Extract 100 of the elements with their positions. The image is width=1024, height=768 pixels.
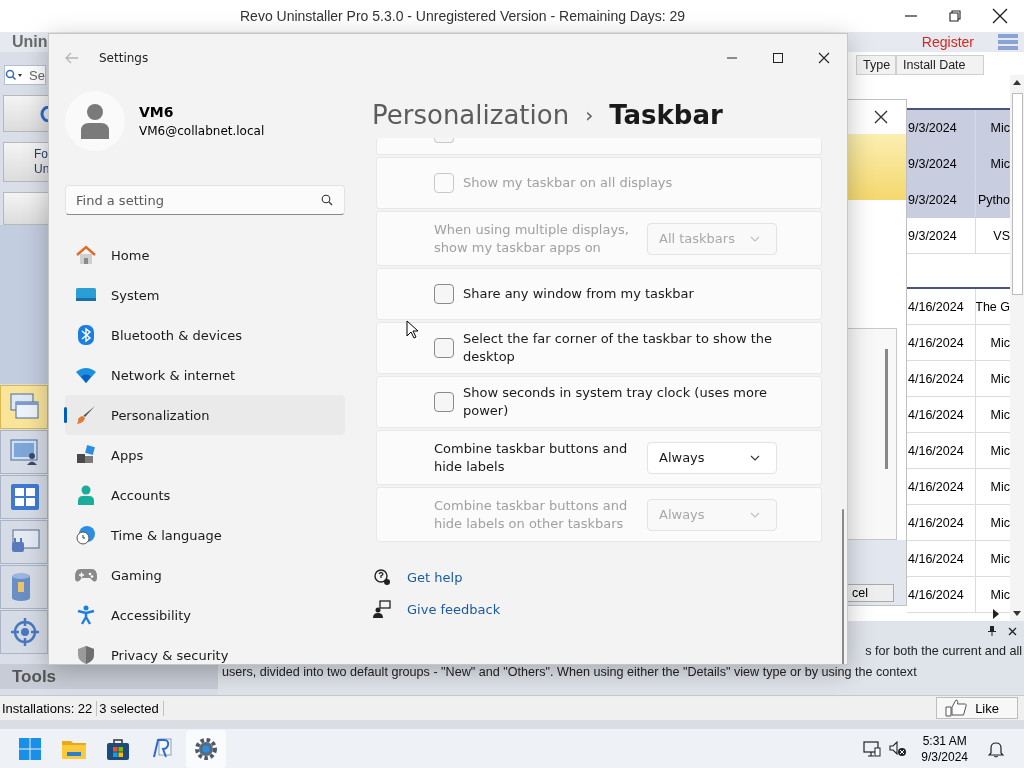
dropdown[interactable]: Always bbox=[647, 441, 777, 474]
thumbs-up-icon bbox=[945, 699, 968, 717]
remote-desktop-icon bbox=[10, 438, 40, 466]
apps-icon bbox=[76, 445, 96, 465]
tools-header[interactable]: Tools bbox=[0, 664, 218, 689]
setting-label: Show seconds in system tray clock (uses more power) bbox=[463, 384, 768, 420]
bluetooth-icon bbox=[78, 325, 94, 345]
sidebar-button[interactable] bbox=[3, 95, 48, 132]
nav-item[interactable]: Home bbox=[65, 235, 345, 275]
paintbrush-icon bbox=[76, 405, 96, 425]
nav-item[interactable]: Gaming bbox=[65, 555, 345, 595]
checkbox[interactable] bbox=[434, 284, 454, 304]
setting-label: When using multiple displays, show my taskbar apps on bbox=[434, 220, 630, 257]
close-icon[interactable] bbox=[992, 8, 1008, 24]
setting-label: Combine taskbar buttons and hide labels on other taskbars bbox=[434, 496, 629, 533]
scroll-thumb[interactable] bbox=[842, 509, 844, 664]
nav-item[interactable]: Accounts bbox=[65, 475, 345, 515]
table-cell: 4/16/2024 bbox=[907, 541, 977, 576]
globe-clock-icon bbox=[76, 525, 96, 545]
close-icon[interactable] bbox=[818, 51, 830, 64]
table-cell: 4/16/2024 bbox=[907, 577, 977, 612]
search-field[interactable]: Find a setting bbox=[65, 185, 345, 215]
chevron-down-icon bbox=[750, 235, 760, 242]
table-cell-text: Mic bbox=[989, 334, 1010, 352]
folder-icon bbox=[62, 738, 86, 759]
table-cell: 9/3/2024 bbox=[907, 146, 977, 181]
windows-logo-icon bbox=[10, 483, 40, 511]
user-name: VM6 bbox=[139, 104, 175, 120]
checkbox[interactable] bbox=[434, 338, 454, 358]
store-bag-icon bbox=[107, 737, 129, 760]
nav-item[interactable]: Apps bbox=[65, 435, 345, 475]
help-link[interactable]: Give feedback bbox=[407, 601, 501, 617]
sidebar-tile[interactable] bbox=[0, 610, 48, 654]
sidebar-tile[interactable] bbox=[0, 430, 48, 474]
selected-count: 3 selected bbox=[97, 700, 164, 716]
speaker-muted-icon[interactable] bbox=[889, 740, 908, 757]
help-link[interactable]: Get help bbox=[407, 569, 463, 585]
sidebar-tile[interactable] bbox=[0, 385, 48, 429]
setting-label: Show my taskbar on all displays bbox=[463, 174, 673, 192]
table-cell: 9/3/2024 bbox=[907, 218, 977, 253]
nav-item[interactable]: Bluetooth & devices bbox=[65, 315, 345, 355]
person-icon bbox=[77, 485, 95, 505]
pin-icon[interactable] bbox=[988, 626, 996, 636]
breadcrumb-separator: › bbox=[585, 103, 594, 127]
column-header[interactable]: Install Date bbox=[896, 55, 984, 75]
sidebar-tile[interactable] bbox=[0, 565, 48, 609]
restore-icon[interactable] bbox=[948, 9, 962, 23]
ribbon-tab[interactable]: Unin bbox=[12, 33, 48, 51]
scroll-up-icon[interactable] bbox=[1013, 79, 1021, 85]
sidebar-tile[interactable] bbox=[0, 520, 48, 564]
windows-icon bbox=[10, 393, 40, 421]
person-icon bbox=[80, 103, 110, 139]
table-cell-text: Mic bbox=[989, 586, 1010, 604]
scrollbar[interactable] bbox=[885, 349, 888, 469]
description-text: users, divided into two default groups - "New" and "Others". When using either the "Details" view type or by using the context bbox=[221, 664, 918, 681]
monitor-icon bbox=[76, 287, 96, 303]
window-title: Settings bbox=[99, 50, 149, 65]
start-icon bbox=[19, 737, 41, 760]
sidebar-tile[interactable] bbox=[0, 475, 48, 519]
table-cell-text: Mic bbox=[989, 370, 1010, 388]
table-cell: 4/16/2024 bbox=[907, 361, 977, 396]
table-cell-text: Mic bbox=[989, 155, 1010, 173]
user-email: VM6@collabnet.local bbox=[139, 124, 265, 138]
table-cell: 9/3/2024 bbox=[907, 110, 977, 145]
nav-item[interactable]: System bbox=[65, 275, 345, 315]
scrollbar[interactable] bbox=[1010, 75, 1024, 621]
table-cell: 4/16/2024 bbox=[907, 469, 977, 504]
nav-item[interactable]: Privacy & security bbox=[65, 635, 345, 664]
column-header[interactable]: Type bbox=[856, 55, 896, 75]
nav-item[interactable]: Personalization bbox=[65, 395, 345, 435]
setting-label: Select the far corner of the taskbar to show the desktop bbox=[463, 330, 774, 366]
scroll-down-icon[interactable] bbox=[1013, 611, 1021, 617]
table-cell-text: The G bbox=[976, 298, 1010, 316]
text-area[interactable] bbox=[848, 328, 897, 540]
accessibility-icon bbox=[77, 605, 95, 625]
search-field[interactable]: Se bbox=[4, 65, 46, 85]
nav-item[interactable]: Accessibility bbox=[65, 595, 345, 635]
scroll-right-icon[interactable] bbox=[992, 609, 1000, 619]
table-cell-text: Mic bbox=[989, 478, 1010, 496]
bell-icon[interactable] bbox=[988, 739, 1004, 758]
like-button[interactable]: Like bbox=[936, 697, 1018, 719]
register-link[interactable]: Register bbox=[921, 34, 974, 50]
cancel-button[interactable]: cel bbox=[848, 584, 894, 602]
clock[interactable]: 5:31 AM 9/3/2024 bbox=[921, 732, 968, 765]
nav-item[interactable]: Time & language bbox=[65, 515, 345, 555]
maximize-icon[interactable] bbox=[772, 51, 784, 64]
scroll-thumb[interactable] bbox=[1011, 93, 1023, 295]
nav-item[interactable]: Network & internet bbox=[65, 355, 345, 395]
breadcrumb-link[interactable]: Personalization bbox=[372, 100, 570, 130]
close-icon[interactable] bbox=[874, 110, 888, 124]
controller-icon bbox=[75, 567, 97, 583]
close-icon[interactable] bbox=[1008, 626, 1017, 636]
window-title: Revo Uninstaller Pro 5.3.0 - Unregistered Version - Remaining Days: 29 bbox=[239, 8, 687, 24]
setting-label: Share any window from my taskbar bbox=[463, 285, 694, 303]
checkbox[interactable] bbox=[434, 392, 454, 412]
taskbar-app[interactable] bbox=[186, 729, 226, 768]
table-cell: 4/16/2024 bbox=[907, 289, 977, 324]
table-cell-text: Mic bbox=[989, 550, 1010, 568]
network-monitor-icon[interactable] bbox=[863, 740, 882, 757]
crosshair-icon bbox=[10, 617, 40, 647]
